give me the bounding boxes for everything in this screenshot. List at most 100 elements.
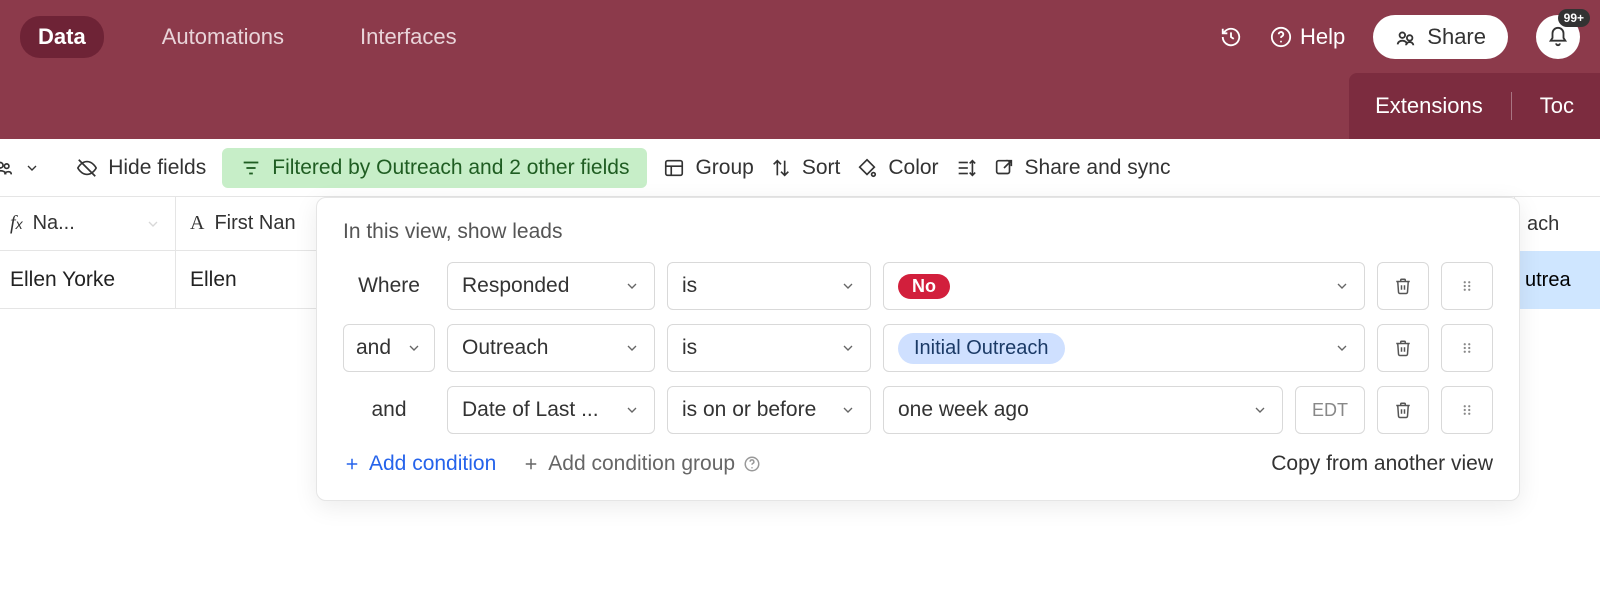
sort-label: Sort (802, 156, 841, 180)
filter-title: In this view, show leads (343, 220, 1493, 244)
timezone-label[interactable]: EDT (1295, 386, 1365, 434)
cell-first[interactable]: Ellen (176, 251, 336, 308)
conj-select-2[interactable]: and (343, 324, 435, 372)
share-sync-button[interactable]: Share and sync (993, 156, 1171, 180)
plus-icon (522, 455, 540, 473)
trash-icon (1394, 339, 1412, 357)
field-select-1[interactable]: Responded (447, 262, 655, 310)
formula-icon: fx (10, 212, 23, 235)
cell-peek[interactable]: utrea (1514, 251, 1600, 309)
filter-pill[interactable]: Filtered by Outreach and 2 other fields (222, 148, 647, 188)
condition-row-3: and Date of Last ... is on or before one… (343, 386, 1493, 434)
condition-row-1: Where Responded is No (343, 262, 1493, 310)
toolbar-clipped: ch (0, 156, 40, 180)
conj-select-2-label: and (356, 336, 391, 360)
help-button[interactable]: Help (1270, 24, 1345, 50)
operator-select-2-label: is (682, 336, 697, 360)
subtab-tools[interactable]: Toc (1540, 93, 1574, 119)
view-toolbar: ch Hide fields Filtered by Outreach and … (0, 139, 1600, 197)
field-select-3[interactable]: Date of Last ... (447, 386, 655, 434)
text-type-icon: A (190, 212, 204, 235)
tab-data[interactable]: Data (20, 16, 104, 58)
sort-button[interactable]: Sort (770, 156, 841, 180)
people-icon[interactable] (0, 157, 14, 179)
value-select-3[interactable]: one week ago (883, 386, 1283, 434)
tab-interfaces[interactable]: Interfaces (342, 16, 475, 58)
add-condition-group-label: Add condition group (548, 452, 735, 476)
col-header-peek[interactable]: ach (1514, 197, 1600, 251)
value-select-2[interactable]: Initial Outreach (883, 324, 1365, 372)
value-select-3-label: one week ago (898, 398, 1029, 422)
drag-handle-icon (1458, 401, 1476, 419)
share-button[interactable]: Share (1373, 15, 1508, 59)
delete-condition-3[interactable] (1377, 386, 1429, 434)
history-icon[interactable] (1220, 26, 1242, 48)
field-select-2[interactable]: Outreach (447, 324, 655, 372)
drag-handle-3[interactable] (1441, 386, 1493, 434)
chevron-down-icon (840, 402, 856, 418)
popover-footer: Add condition Add condition group Copy f… (343, 452, 1493, 476)
color-label: Color (888, 156, 938, 180)
add-condition-button[interactable]: Add condition (343, 452, 496, 476)
group-label: Group (695, 156, 753, 180)
trash-icon (1394, 277, 1412, 295)
add-condition-label: Add condition (369, 452, 496, 476)
help-circle-icon (743, 455, 761, 473)
field-select-2-label: Outreach (462, 336, 548, 360)
chevron-down-icon (840, 340, 856, 356)
top-nav-right: Help Share 99+ (1220, 15, 1580, 59)
delete-condition-2[interactable] (1377, 324, 1429, 372)
row-height-button[interactable] (955, 157, 977, 179)
value-pill-initial: Initial Outreach (898, 333, 1065, 364)
field-select-1-label: Responded (462, 274, 569, 298)
hide-fields-button[interactable]: Hide fields (76, 156, 206, 180)
cell-name[interactable]: Ellen Yorke (0, 251, 176, 308)
notifications-badge: 99+ (1558, 9, 1590, 27)
tab-automations[interactable]: Automations (144, 16, 302, 58)
chevron-down-icon (624, 340, 640, 356)
value-select-1[interactable]: No (883, 262, 1365, 310)
plus-icon (343, 455, 361, 473)
notifications-button[interactable]: 99+ (1536, 15, 1580, 59)
share-label: Share (1427, 24, 1486, 50)
operator-select-1-label: is (682, 274, 697, 298)
drag-handle-icon (1458, 339, 1476, 357)
filter-popover: In this view, show leads Where Responded… (316, 197, 1520, 501)
operator-select-3[interactable]: is on or before (667, 386, 871, 434)
add-condition-group-button[interactable]: Add condition group (522, 452, 761, 476)
conj-where: Where (343, 274, 435, 298)
col-header-name[interactable]: fx Na... (0, 197, 176, 250)
chevron-down-icon (1252, 402, 1268, 418)
col-header-first[interactable]: A First Nan (176, 197, 336, 250)
condition-row-2: and Outreach is Initial Outreach (343, 324, 1493, 372)
col-header-first-label: First Nan (214, 212, 295, 235)
operator-select-1[interactable]: is (667, 262, 871, 310)
operator-select-2[interactable]: is (667, 324, 871, 372)
chevron-down-icon[interactable] (145, 216, 161, 232)
chevron-down-icon (1334, 340, 1350, 356)
value-pill-no: No (898, 274, 950, 299)
subtab-extensions[interactable]: Extensions (1375, 93, 1483, 119)
sub-tabs: Extensions Toc (1349, 73, 1600, 139)
drag-handle-2[interactable] (1441, 324, 1493, 372)
content-area: fx Na... A First Nan Ellen Yorke Ellen a… (0, 197, 1600, 309)
copy-view-button[interactable]: Copy from another view (1271, 452, 1493, 476)
color-button[interactable]: Color (856, 156, 938, 180)
top-nav: Data Automations Interfaces Help Share 9… (0, 0, 1600, 73)
chevron-down-icon[interactable] (24, 160, 40, 176)
col-header-name-label: Na... (33, 212, 75, 235)
hide-fields-label: Hide fields (108, 156, 206, 180)
trash-icon (1394, 401, 1412, 419)
chevron-down-icon (624, 278, 640, 294)
filter-pill-label: Filtered by Outreach and 2 other fields (272, 156, 629, 180)
subtab-divider (1511, 92, 1512, 120)
field-select-3-label: Date of Last ... (462, 398, 599, 422)
share-sync-label: Share and sync (1025, 156, 1171, 180)
help-label: Help (1300, 24, 1345, 50)
delete-condition-1[interactable] (1377, 262, 1429, 310)
chevron-down-icon (840, 278, 856, 294)
group-button[interactable]: Group (663, 156, 753, 180)
sub-nav: Extensions Toc (0, 73, 1600, 139)
drag-handle-1[interactable] (1441, 262, 1493, 310)
chevron-down-icon (406, 340, 422, 356)
